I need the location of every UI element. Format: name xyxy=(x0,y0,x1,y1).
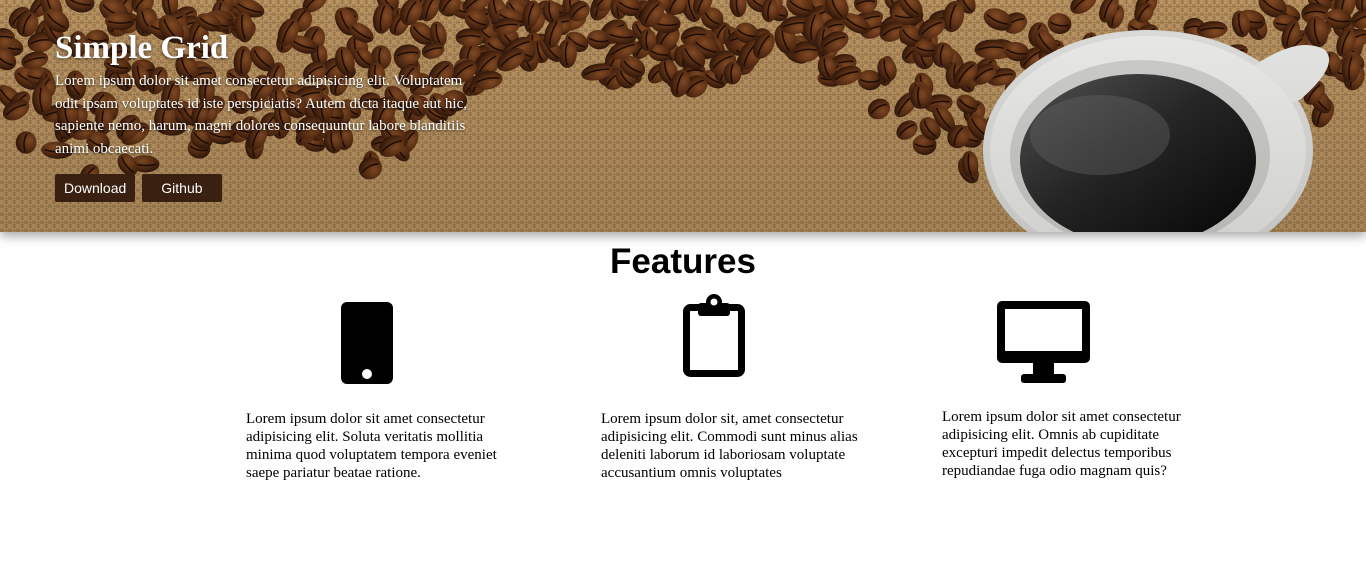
feature-text-clipboard: Lorem ipsum dolor sit, amet consectetur … xyxy=(601,411,858,481)
hero-description: Lorem ipsum dolor sit amet consectetur a… xyxy=(55,73,467,157)
hero-content: Simple Grid Lorem ipsum dolor sit amet c… xyxy=(55,30,475,160)
hero-title: Simple Grid xyxy=(55,30,229,66)
desktop-monitor-icon xyxy=(997,301,1090,383)
features-title: Features xyxy=(610,242,756,281)
download-button[interactable]: Download xyxy=(55,174,136,202)
hero-banner: Simple Grid Lorem ipsum dolor sit amet c… xyxy=(0,0,1366,232)
clipboard-icon xyxy=(683,294,745,377)
feature-text-desktop: Lorem ipsum dolor sit amet consectetur a… xyxy=(942,409,1181,479)
feature-text-mobile: Lorem ipsum dolor sit amet consectetur a… xyxy=(246,411,497,481)
hero-button-row: Download Github xyxy=(55,174,222,202)
github-button[interactable]: Github xyxy=(142,174,222,202)
mobile-phone-icon xyxy=(341,302,393,384)
